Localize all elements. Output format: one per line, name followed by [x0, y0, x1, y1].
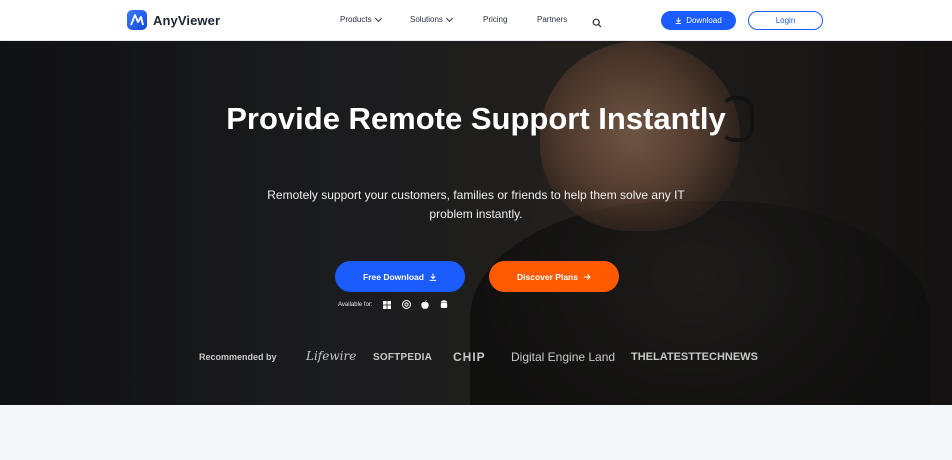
recommended-by-label: Recommended by: [199, 352, 277, 362]
chevron-down-icon: [374, 14, 382, 22]
discover-plans-label: Discover Plans: [517, 271, 578, 282]
discover-plans-button[interactable]: Discover Plans: [489, 261, 619, 292]
hero-title: Provide Remote Support Instantly: [226, 101, 726, 136]
available-label: Available for:: [338, 301, 373, 308]
lifewire-logo: Lifewire: [306, 349, 357, 363]
nav-solutions-label: Solutions: [410, 15, 443, 24]
available-platforms: Available for:: [338, 300, 449, 309]
nav-partners-label: Partners: [537, 15, 568, 24]
nav-products-label: Products: [340, 15, 372, 24]
header-download-label: Download: [686, 16, 722, 25]
chrome-os-icon[interactable]: [401, 300, 411, 309]
header-download-button[interactable]: Download: [661, 11, 736, 30]
chevron-down-icon: [445, 14, 453, 22]
android-icon[interactable]: [440, 300, 449, 309]
hero-section: Provide Remote Support Instantly Remotel…: [0, 41, 952, 405]
logo[interactable]: AnyViewer: [127, 10, 220, 30]
digital-engine-land-logo: Digital Engine Land: [511, 350, 616, 364]
nav-pricing[interactable]: Pricing: [483, 15, 507, 24]
chip-logo: CHIP: [453, 350, 486, 364]
brand-name: AnyViewer: [153, 12, 221, 28]
free-download-button[interactable]: Free Download: [335, 261, 465, 292]
login-button[interactable]: Login: [748, 11, 823, 30]
softpedia-logo: SOFTPEDIA: [373, 352, 433, 363]
nav-partners[interactable]: Partners: [537, 15, 567, 24]
hero-subtitle: Remotely support your customers, familie…: [267, 188, 685, 221]
anyviewer-logo-icon: [127, 10, 147, 30]
nav-solutions[interactable]: Solutions: [410, 14, 453, 24]
search-icon[interactable]: [592, 15, 602, 28]
top-nav-bar: AnyViewer Products Solutions Pricing Par…: [0, 0, 952, 41]
nav-products[interactable]: Products: [340, 14, 382, 24]
windows-icon[interactable]: [383, 300, 392, 309]
apple-icon[interactable]: [421, 300, 430, 309]
login-label: Login: [775, 16, 796, 25]
download-icon: [429, 273, 437, 281]
nav-pricing-label: Pricing: [483, 15, 508, 24]
thelatesttechnews-logo: THELATESTTECHNEWS: [631, 351, 758, 363]
next-section: [0, 405, 952, 460]
download-icon: [676, 17, 682, 24]
free-download-label: Free Download: [363, 271, 424, 282]
arrow-right-icon: [583, 273, 591, 280]
